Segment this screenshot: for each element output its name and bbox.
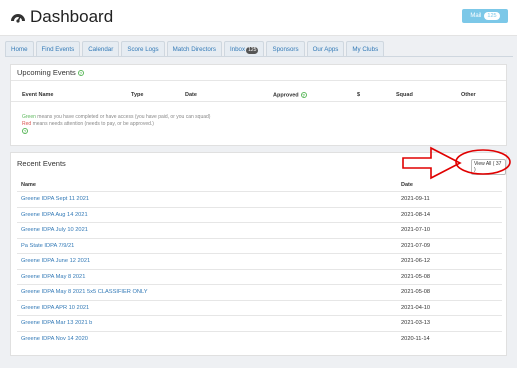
annotation-circle — [455, 149, 511, 175]
annotation-overlay — [402, 146, 511, 180]
annotation-arrow — [402, 146, 462, 180]
